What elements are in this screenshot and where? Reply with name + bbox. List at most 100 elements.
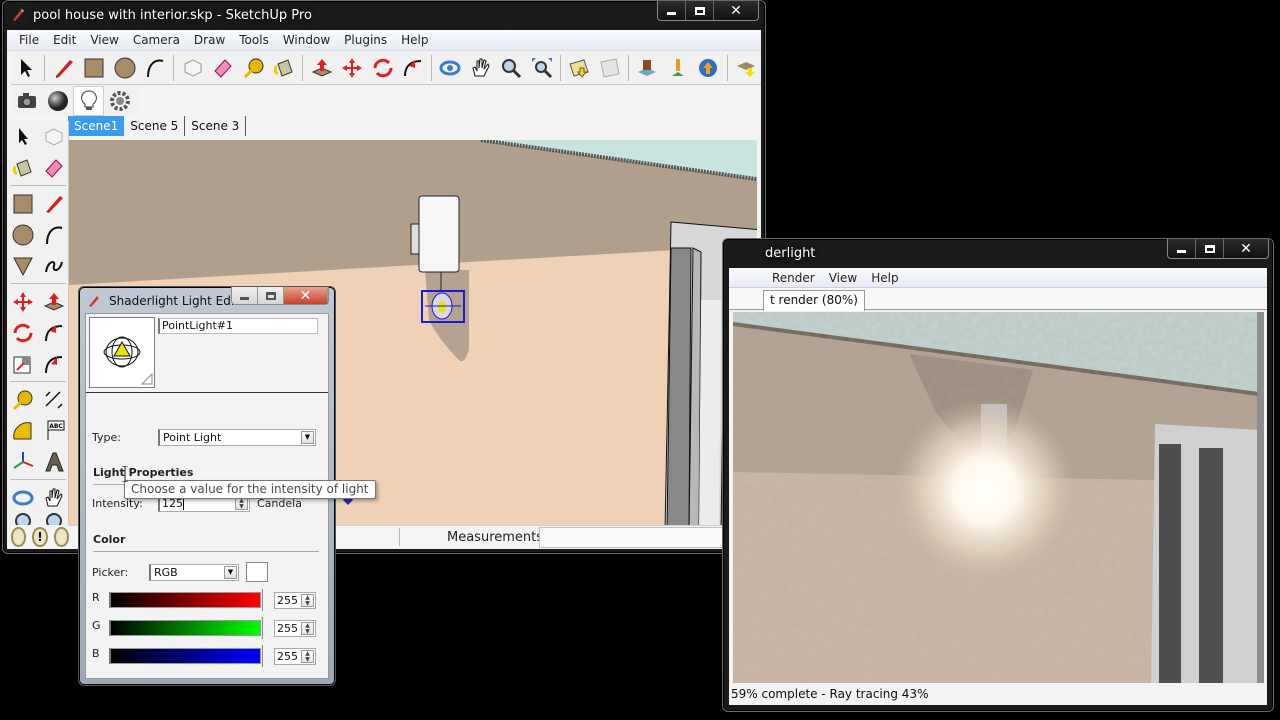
title-bar[interactable]: Shaderlight Light Edi... (87, 287, 246, 315)
orbit-tool[interactable] (435, 53, 465, 83)
color-swatch[interactable] (246, 562, 268, 582)
menu-view[interactable]: View (83, 33, 125, 47)
maximize-button[interactable] (258, 287, 284, 304)
menu-file[interactable]: File (12, 33, 46, 47)
title-bar[interactable]: pool house with interior.skp - SketchUp … (11, 1, 312, 29)
preview-google-earth-tool[interactable] (693, 53, 723, 83)
menu-plugins[interactable]: Plugins (337, 33, 394, 47)
pan-tool[interactable] (466, 53, 496, 83)
measurements-input[interactable] (539, 527, 753, 548)
left-offset-tool[interactable] (38, 348, 69, 379)
toggle-terrain-tool[interactable] (595, 53, 625, 83)
left-paint-tool[interactable] (7, 152, 38, 183)
picker-select[interactable]: RGB ▼ (149, 564, 239, 581)
green-spinner[interactable]: ▲ ▼ (301, 622, 314, 635)
eraser-tool[interactable] (208, 53, 238, 83)
get-models-tool[interactable] (632, 53, 662, 83)
left-pushpull-tool[interactable] (38, 286, 69, 317)
scene-tab-scene5[interactable]: Scene 5 (124, 116, 186, 136)
green-slider-thumb[interactable] (261, 617, 263, 639)
material-editor-tool[interactable] (42, 86, 73, 116)
left-3dtext-tool[interactable] (38, 446, 69, 477)
rotate-tool[interactable] (367, 53, 397, 83)
left-component-tool[interactable] (38, 121, 69, 152)
add-location-tool[interactable] (564, 53, 594, 83)
render-tab[interactable]: t render (80%) (763, 290, 865, 311)
geo-location-icon[interactable] (11, 527, 27, 547)
blue-spinner[interactable]: ▲ ▼ (301, 650, 314, 663)
push-pull-tool[interactable] (306, 53, 336, 83)
rectangle-tool[interactable] (79, 53, 109, 83)
left-arc-tool[interactable] (38, 219, 69, 250)
left-polygon-tool[interactable] (7, 250, 38, 281)
follow-me-tool[interactable] (398, 53, 428, 83)
left-axes-tool[interactable] (7, 446, 38, 477)
menu-tools[interactable]: Tools (232, 33, 276, 47)
settings-tool[interactable] (104, 86, 135, 116)
left-text-tool[interactable]: ABC (38, 415, 69, 446)
render-scrollbar[interactable] (1257, 312, 1264, 683)
left-rectangle-tool[interactable] (7, 188, 38, 219)
left-rotate-tool[interactable] (7, 317, 38, 348)
menu-edit[interactable]: Edit (46, 33, 83, 47)
type-select[interactable]: Point Light ▼ (158, 429, 316, 446)
blue-slider-thumb[interactable] (261, 645, 263, 667)
green-input[interactable]: 255 ▲ ▼ (274, 620, 316, 637)
tape-measure-tool[interactable] (238, 53, 268, 83)
make-component-tool[interactable] (177, 53, 207, 83)
menu-help[interactable]: Help (864, 271, 905, 285)
maximize-button[interactable] (686, 1, 714, 20)
menu-camera[interactable]: Camera (126, 33, 187, 47)
left-followme-tool[interactable] (38, 317, 69, 348)
render-tool[interactable] (11, 86, 42, 116)
red-spinner[interactable]: ▲ ▼ (301, 594, 314, 607)
paint-bucket-tool[interactable] (269, 53, 299, 83)
left-select-tool[interactable] (7, 121, 38, 152)
minimize-button[interactable] (232, 287, 258, 304)
green-slider[interactable] (109, 620, 261, 636)
title-bar[interactable]: derlight (765, 239, 815, 267)
arc-tool[interactable] (140, 53, 170, 83)
menu-window[interactable]: Window (276, 33, 337, 47)
menu-view[interactable]: View (822, 271, 864, 285)
left-pan-tool[interactable] (38, 482, 69, 513)
move-tool[interactable] (337, 53, 367, 83)
credits-icon[interactable]: ! (32, 527, 48, 547)
blue-slider[interactable] (109, 648, 261, 664)
get-components-tool[interactable] (731, 53, 761, 83)
left-freehand-tool[interactable] (38, 250, 69, 281)
line-tool[interactable] (48, 53, 78, 83)
minimize-button[interactable] (658, 1, 686, 20)
left-tape-tool[interactable] (7, 384, 38, 415)
circle-tool[interactable] (109, 53, 139, 83)
share-model-tool[interactable] (663, 53, 693, 83)
menu-render[interactable]: Render (765, 271, 822, 285)
left-circle-tool[interactable] (7, 219, 38, 250)
blue-input[interactable]: 255 ▲ ▼ (274, 648, 316, 665)
left-dimension-tool[interactable] (38, 384, 69, 415)
close-button[interactable]: ✕ (284, 287, 328, 304)
minimize-button[interactable] (1168, 239, 1196, 258)
left-orbit-tool[interactable] (7, 482, 38, 513)
menu-help[interactable]: Help (394, 33, 435, 47)
left-eraser-tool[interactable] (38, 152, 69, 183)
left-protractor-tool[interactable] (7, 415, 38, 446)
menu-draw[interactable]: Draw (187, 33, 232, 47)
red-input[interactable]: 255 ▲ ▼ (274, 592, 316, 609)
scene-tab-scene3[interactable]: Scene 3 (185, 116, 247, 136)
scene-tab-scene1[interactable]: Scene1 (68, 116, 125, 136)
light-name-input[interactable]: PointLight#1 (158, 318, 318, 334)
close-button[interactable]: ✕ (714, 1, 758, 20)
zoom-tool[interactable] (496, 53, 526, 83)
red-slider-thumb[interactable] (261, 589, 263, 611)
red-slider[interactable] (109, 592, 261, 608)
close-button[interactable]: ✕ (1224, 239, 1268, 258)
maximize-button[interactable] (1196, 239, 1224, 258)
left-line-tool[interactable] (38, 188, 69, 219)
zoom-extents-tool[interactable] (527, 53, 557, 83)
select-tool[interactable] (11, 53, 41, 83)
left-move-tool[interactable] (7, 286, 38, 317)
light-editor-tool[interactable] (73, 86, 104, 116)
left-scale-tool[interactable] (7, 348, 38, 379)
instructor-icon[interactable] (53, 527, 69, 547)
